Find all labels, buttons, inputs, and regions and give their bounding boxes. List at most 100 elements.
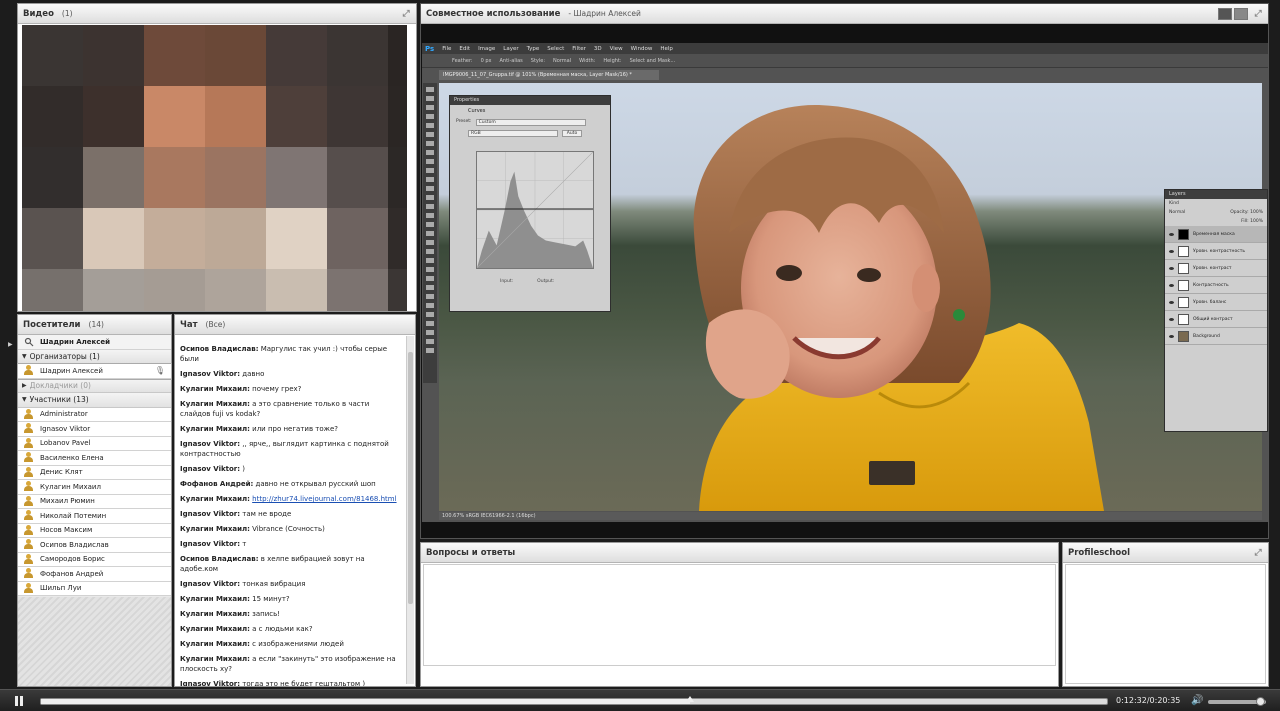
ps-menu-item[interactable]: Filter (572, 46, 586, 52)
ps-layer-row[interactable]: Контрастность (1165, 277, 1267, 294)
attendee-row[interactable]: Осипов Владислав (18, 538, 171, 553)
ps-layers-kind[interactable]: Kind (1169, 201, 1179, 206)
ps-option[interactable]: Style: (531, 58, 545, 64)
attendee-row[interactable]: Носов Максим (18, 523, 171, 538)
attendee-name: Lobanov Pavel (40, 439, 91, 448)
ps-menu-item[interactable]: 3D (594, 46, 602, 52)
eye-icon[interactable] (1169, 334, 1174, 338)
ps-fill[interactable]: Fill: 100% (1241, 219, 1263, 224)
ps-auto-button[interactable]: Auto (562, 130, 582, 137)
attendee-row[interactable]: Михаил Рюмин (18, 494, 171, 509)
ps-layer-row[interactable]: Общий контраст (1165, 311, 1267, 328)
ps-layers-title: Layers (1165, 190, 1267, 199)
video-pixel-block (144, 269, 205, 311)
volume-handle[interactable] (1256, 697, 1266, 706)
seek-bar[interactable] (40, 698, 1108, 705)
ps-menu-item[interactable]: Select (547, 46, 564, 52)
pause-icon[interactable] (13, 696, 24, 707)
chat-message: Кулагин Михаил: а с людьми как? (180, 624, 401, 634)
ps-menu-item[interactable]: File (442, 46, 451, 52)
ps-layer-row[interactable]: Уровн. баланс (1165, 294, 1267, 311)
eye-icon[interactable] (1169, 300, 1174, 304)
attendee-row[interactable]: Николай Потемин (18, 509, 171, 524)
video-pixel-block (22, 208, 83, 269)
eye-icon[interactable] (1169, 283, 1174, 287)
attendee-row[interactable]: Денис Клят (18, 465, 171, 480)
attendees-pod-title: Посетители (23, 319, 81, 330)
chat-author: Ignasov Viktor: (180, 580, 241, 588)
seek-handle[interactable] (686, 696, 695, 702)
attendee-row[interactable]: Василенко Елена (18, 451, 171, 466)
volume-icon[interactable]: 🔊 (1191, 695, 1203, 706)
chat-scrollbar[interactable] (406, 336, 414, 684)
attendee-row[interactable]: Кулагин Михаил (18, 480, 171, 495)
ps-menu-item[interactable]: View (610, 46, 623, 52)
host-row[interactable]: Шадрин Алексей (18, 335, 171, 350)
chat-link[interactable]: http://zhur74.livejournal.com/81468.html (252, 495, 396, 503)
group-participants[interactable]: ▼ Участники (13) (18, 393, 171, 408)
eye-icon[interactable] (1169, 232, 1174, 236)
full-view-icon[interactable] (1234, 8, 1248, 20)
video-pixel-block (388, 86, 407, 147)
attendee-row[interactable]: Ignasov Viktor (18, 422, 171, 437)
attendee-row[interactable]: Самородов Борис (18, 552, 171, 567)
ps-option[interactable]: Select and Mask... (630, 58, 676, 64)
attendee-row[interactable]: Шильп Луи (18, 581, 171, 596)
ps-layer-row[interactable]: Временная маска (1165, 226, 1267, 243)
fit-view-icon[interactable] (1218, 8, 1232, 20)
ps-preset-select[interactable]: Custom (475, 119, 586, 126)
group-organizers[interactable]: ▼ Организаторы (1) (18, 349, 171, 364)
ps-channel-select[interactable]: RGB (468, 130, 558, 137)
ps-menu-item[interactable]: Help (660, 46, 673, 52)
ps-menu-item[interactable]: Image (478, 46, 495, 52)
chat-scrollbar-thumb[interactable] (408, 352, 413, 604)
ps-menubar: Ps File Edit Image Layer Type Select Filter 3D V… (422, 43, 1268, 54)
attendee-row[interactable]: Фофанов Андрей (18, 567, 171, 582)
chat-filter[interactable]: (Все) (206, 320, 226, 329)
ps-option[interactable]: Feather: (452, 58, 473, 64)
expand-arrow-icon: ▶ (22, 381, 27, 389)
ps-toolbar (423, 83, 437, 383)
expand-icon[interactable]: ⤢ (401, 9, 411, 19)
ps-option[interactable]: Anti-alias (500, 58, 523, 64)
chat-text: 15 минут? (249, 595, 290, 603)
ps-blend-mode[interactable]: Normal (1169, 210, 1185, 215)
expand-icon[interactable]: ⤢ (1253, 548, 1263, 558)
expand-icon[interactable]: ⤢ (1253, 9, 1263, 19)
ps-layer-name: Временная маска (1193, 231, 1235, 237)
ps-layer-row[interactable]: Background (1165, 328, 1267, 345)
eye-icon[interactable] (1169, 266, 1174, 270)
attendee-name: Николай Потемин (40, 511, 107, 520)
attendee-row[interactable]: Шадрин Алексей 🎙 (17, 363, 172, 380)
ps-option[interactable]: Normal (553, 58, 571, 64)
chat-text: т (240, 540, 247, 548)
ps-menu-item[interactable]: Edit (459, 46, 470, 52)
chat-author: Кулагин Михаил: (180, 385, 250, 393)
attendee-row[interactable]: Administrator (18, 407, 171, 422)
chat-message: Ignasov Viktor: т (180, 539, 401, 549)
attendee-name: Фофанов Андрей (40, 569, 104, 578)
attendee-row[interactable]: Lobanov Pavel (18, 436, 171, 451)
ps-opacity[interactable]: Opacity: 100% (1230, 210, 1263, 215)
ps-layer-row[interactable]: Уровн. контраст (1165, 260, 1267, 277)
eye-icon[interactable] (1169, 317, 1174, 321)
ps-layer-name: Уровн. контрастность (1193, 248, 1245, 254)
chat-text: Vibrance (Сочность) (249, 525, 325, 533)
chat-author: Кулагин Михаил: (180, 610, 250, 618)
video-pixel-block (266, 208, 327, 269)
ps-option[interactable]: Height: (603, 58, 621, 64)
ps-menu-item[interactable]: Layer (503, 46, 518, 52)
ps-option[interactable]: Width: (579, 58, 595, 64)
ps-menu-item[interactable]: Window (631, 46, 653, 52)
group-presenters[interactable]: ▶ Докладчики (0) (18, 378, 171, 393)
eye-icon[interactable] (1169, 249, 1174, 253)
ps-layer-row[interactable]: Уровн. контрастность (1165, 243, 1267, 260)
ps-option[interactable]: 0 px (481, 58, 492, 64)
volume-slider[interactable] (1208, 697, 1266, 706)
attendee-name: Осипов Владислав (40, 540, 109, 549)
chat-message: Осипов Владислав: в хелпе вибрацией зову… (180, 554, 401, 574)
attendees-count: (14) (88, 320, 104, 329)
chat-messages: Осипов Владислав: Маргулис так учил :) ч… (175, 336, 405, 686)
ps-menu-item[interactable]: Type (527, 46, 540, 52)
share-pod: Совместное использование - Шадрин Алексе… (420, 3, 1269, 539)
